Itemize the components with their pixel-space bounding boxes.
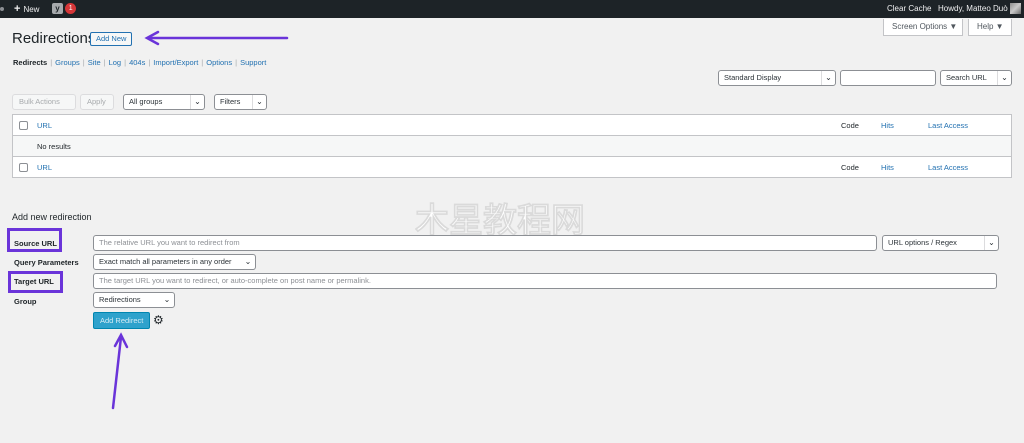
annotation-arrows: [111, 30, 289, 410]
arrow-annotation-icon: [111, 335, 123, 410]
